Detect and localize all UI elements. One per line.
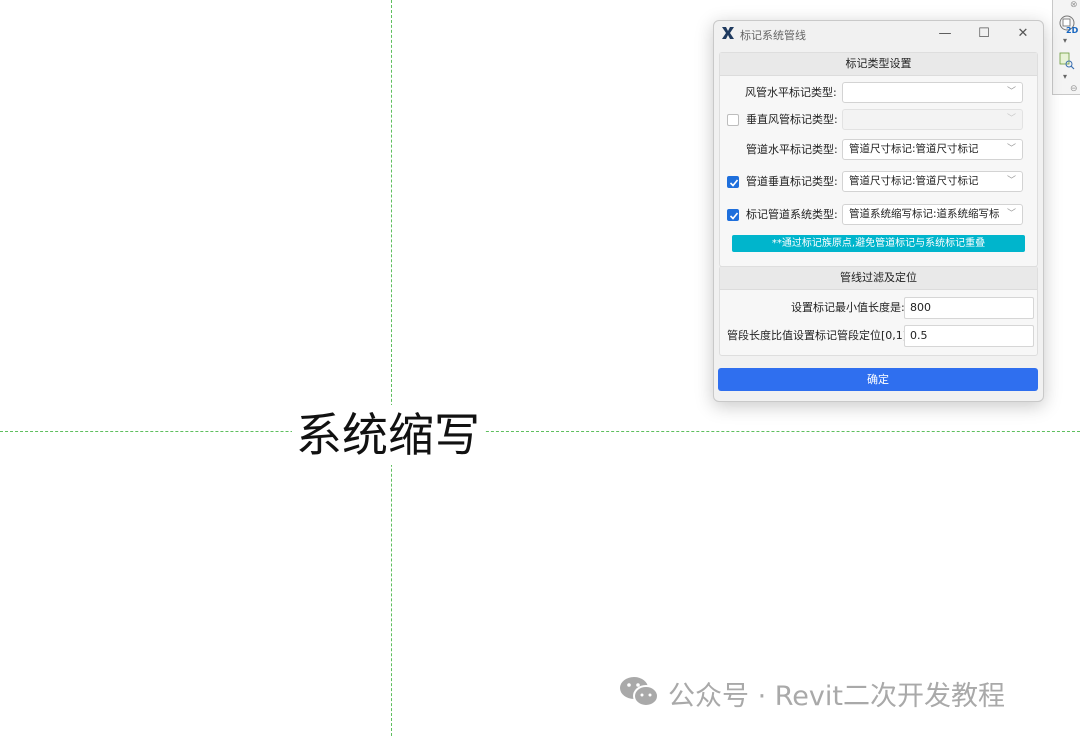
nav-close-icon[interactable]: ⊗ — [1070, 0, 1078, 10]
vertical-duct-checkbox[interactable] — [727, 114, 739, 126]
system-abbreviation-tag[interactable]: 系统缩写 — [292, 405, 484, 465]
filter-position-group: 管线过滤及定位 设置标记最小值长度是: 800 管段长度比值设置标记管段定位[0… — [719, 266, 1038, 356]
horizontal-grid-line — [0, 431, 1080, 432]
mark-type-settings-header: 标记类型设置 — [720, 53, 1037, 76]
chevron-down-icon: ﹀ — [1006, 87, 1016, 97]
chevron-down-icon: ﹀ — [1006, 144, 1016, 154]
maximize-icon: ☐ — [978, 26, 990, 41]
revit-x-icon — [722, 27, 734, 39]
chevron-down-icon: ﹀ — [1006, 209, 1016, 219]
chevron-down-icon[interactable]: ▾ — [1063, 72, 1067, 81]
nav-options-icon[interactable]: ⊖ — [1070, 84, 1078, 94]
mark-system-pipes-dialog: 标记系统管线 — ☐ ✕ 标记类型设置 风管水平标记类型: ﹀ 垂直风管标记类型… — [713, 20, 1044, 402]
pipe-vertical-checkbox[interactable] — [727, 176, 739, 188]
pipe-vertical-label: 管道垂直标记类型: — [746, 175, 838, 188]
overlap-tip-banner: **通过标记族原点,避免管道标记与系统标记重叠 — [732, 235, 1025, 252]
wechat-icon — [620, 677, 659, 707]
zoom-region-icon[interactable] — [1057, 52, 1075, 70]
ratio-label: 管段长度比值设置标记管段定位[0,1]: — [727, 329, 911, 342]
minimize-icon: — — [938, 26, 952, 41]
view-mode-badge: 2D — [1066, 26, 1079, 35]
pipe-system-checkbox[interactable] — [727, 209, 739, 221]
close-button[interactable]: ✕ — [1011, 24, 1035, 44]
close-icon: ✕ — [1017, 26, 1029, 41]
pipe-horizontal-select[interactable]: 管道尺寸标记:管道尺寸标记 ﹀ — [842, 139, 1023, 160]
dialog-title: 标记系统管线 — [740, 29, 806, 42]
min-length-label: 设置标记最小值长度是: — [791, 301, 905, 314]
maximize-button[interactable]: ☐ — [972, 24, 996, 44]
mark-type-settings-group: 标记类型设置 风管水平标记类型: ﹀ 垂直风管标记类型: ﹀ 管道水平标记类型:… — [719, 52, 1038, 267]
chevron-down-icon[interactable]: ▾ — [1063, 36, 1067, 45]
minimize-button[interactable]: — — [933, 24, 957, 44]
ratio-input[interactable]: 0.5 — [904, 325, 1034, 347]
pipe-system-select[interactable]: 管道系统缩写标记:道系统缩写标记 ﹀ — [842, 204, 1023, 225]
check-icon — [729, 212, 739, 220]
chevron-down-icon: ﹀ — [1006, 114, 1016, 124]
pipe-system-label: 标记管道系统类型: — [746, 208, 838, 221]
ok-button[interactable]: 确定 — [718, 368, 1038, 391]
filter-position-header: 管线过滤及定位 — [720, 267, 1037, 290]
pipe-vertical-select[interactable]: 管道尺寸标记:管道尺寸标记 ﹀ — [842, 171, 1023, 192]
vertical-duct-select[interactable]: ﹀ — [842, 109, 1023, 130]
check-icon — [729, 179, 739, 187]
duct-horizontal-label: 风管水平标记类型: — [745, 86, 837, 99]
watermark-text: 公众号 · Revit二次开发教程 — [668, 681, 1005, 712]
title-bar[interactable]: 标记系统管线 — ☐ ✕ — [714, 21, 1043, 47]
pipe-horizontal-label: 管道水平标记类型: — [746, 143, 838, 156]
chevron-down-icon: ﹀ — [1006, 176, 1016, 186]
vertical-grid-line — [391, 0, 392, 736]
duct-horizontal-select[interactable]: ﹀ — [842, 82, 1023, 103]
navigation-bar: ⊗ 2D ▾ ▾ ⊖ — [1052, 0, 1080, 95]
vertical-duct-label: 垂直风管标记类型: — [746, 113, 838, 126]
min-length-input[interactable]: 800 — [904, 297, 1034, 319]
